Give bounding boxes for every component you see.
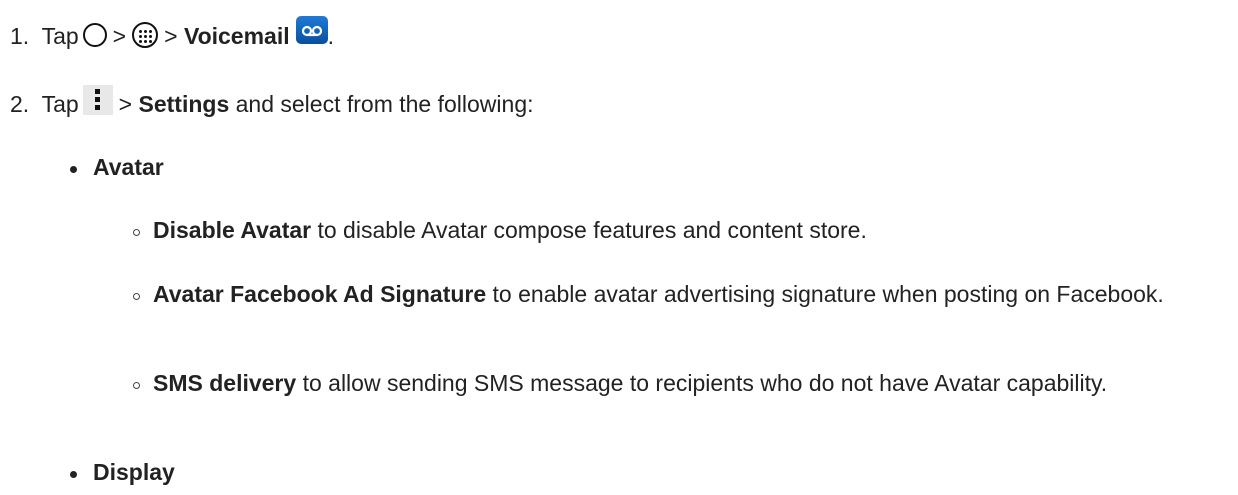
apps-icon xyxy=(132,21,159,48)
step-number: 2. xyxy=(10,91,30,117)
step-verb: Tap xyxy=(41,23,79,49)
section-title-display: Display xyxy=(93,459,175,485)
hollow-bullet-icon xyxy=(133,293,140,300)
step-1: 1. Tap > > Voicemail. xyxy=(10,15,335,52)
section-title-avatar: Avatar xyxy=(93,154,164,180)
hollow-bullet-icon xyxy=(133,382,140,389)
item-term: Avatar Facebook Ad Signature xyxy=(153,281,487,307)
step-number: 1. xyxy=(10,23,30,49)
item-desc: to enable avatar advertising signature w… xyxy=(492,281,1164,307)
separator: > xyxy=(112,23,127,49)
voicemail-label: Voicemail xyxy=(183,23,290,49)
step-verb: Tap xyxy=(41,91,79,117)
document-page: 1. Tap > > Voicemail. 2. Tap > Settings and… xyxy=(0,0,1238,495)
item-desc: to allow sending SMS message to recipien… xyxy=(302,370,1108,396)
hollow-bullet-icon xyxy=(133,229,140,236)
item-term: SMS delivery xyxy=(153,370,297,396)
list-item: SMS delivery to allow sending SMS messag… xyxy=(153,369,1183,397)
item-term: Disable Avatar xyxy=(153,217,312,243)
overflow-menu-icon xyxy=(82,84,113,115)
list-item: Avatar Facebook Ad Signature to enable a… xyxy=(153,280,1223,308)
bullet-icon xyxy=(70,166,77,173)
period: . xyxy=(327,23,335,49)
bullet-icon xyxy=(70,471,77,478)
list-item: Disable Avatar to disable Avatar compose… xyxy=(153,216,867,244)
settings-label: Settings xyxy=(138,91,230,117)
item-desc: to disable Avatar compose features and c… xyxy=(317,217,867,243)
step-2: 2. Tap > Settings and select from the fol… xyxy=(10,84,534,121)
separator: > xyxy=(118,91,133,117)
separator: > xyxy=(164,23,178,49)
step-rest: and select from the following: xyxy=(235,91,534,117)
voicemail-icon xyxy=(295,15,328,44)
home-icon xyxy=(82,22,107,47)
